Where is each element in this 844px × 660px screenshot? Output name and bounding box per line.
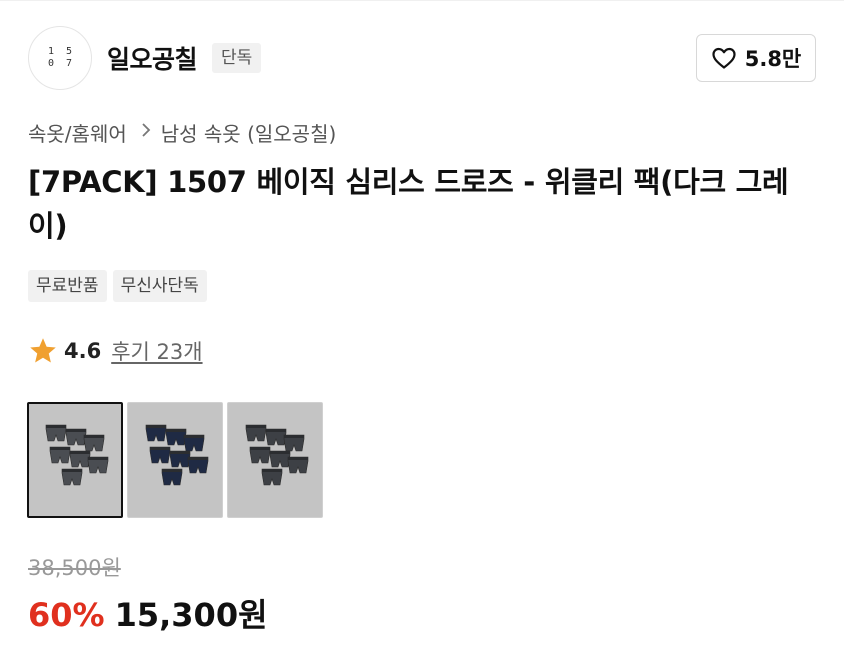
product-thumbnail-image — [45, 424, 109, 486]
like-button[interactable]: 5.8만 — [696, 34, 816, 82]
rating-row: 4.6 후기 23개 — [28, 334, 203, 368]
waistband — [150, 447, 170, 450]
original-price: 38,500원 — [28, 556, 121, 580]
waistband — [146, 425, 166, 428]
brand-logo[interactable]: 1 5 0 7 — [28, 26, 92, 90]
waistband — [46, 425, 66, 428]
top-divider — [0, 0, 844, 1]
waistband — [270, 451, 290, 454]
brand-header: 1 5 0 7 일오공칠 단독 5.8만 — [28, 26, 816, 90]
brand-name[interactable]: 일오공칠 — [107, 40, 198, 76]
product-title: [7PACK] 1507 베이직 심리스 드로즈 - 위클리 팩(다크 그레이) — [28, 165, 789, 243]
brand-logo-line2: 0 7 — [47, 58, 76, 69]
review-link[interactable]: 후기 23개 — [111, 336, 202, 366]
waistband — [166, 429, 186, 432]
brand-logo-line1: 1 5 — [47, 46, 76, 57]
breadcrumb: 속옷/홈웨어 남성 속옷 (일오공칠) — [28, 118, 336, 146]
waistband — [84, 435, 104, 438]
thumbnail-navy[interactable] — [127, 402, 223, 518]
price-row: 60% 15,300원 — [28, 590, 268, 636]
discount-rate: 60% — [28, 596, 105, 634]
product-thumbnail-image — [145, 424, 209, 486]
like-count: 5.8만 — [744, 47, 802, 71]
product-thumbnail-image — [245, 424, 309, 486]
tag-free-return: 무료반품 — [28, 270, 107, 302]
waistband — [62, 469, 82, 472]
waistband — [246, 425, 266, 428]
sale-price: 15,300원 — [114, 596, 268, 634]
rating-score: 4.6 — [64, 339, 102, 363]
waistband — [70, 451, 90, 454]
waistband — [250, 447, 270, 450]
waistband — [50, 447, 70, 450]
breadcrumb-subcategory[interactable]: 남성 속옷 (일오공칠) — [161, 118, 337, 147]
thumbnail-list — [27, 402, 323, 518]
chevron-right-icon — [141, 122, 151, 143]
waistband — [184, 435, 204, 438]
waistband — [288, 457, 308, 460]
thumbnail-dark-gray[interactable] — [27, 402, 123, 518]
star-icon — [30, 338, 56, 363]
waistband — [262, 469, 282, 472]
breadcrumb-category[interactable]: 속옷/홈웨어 — [28, 118, 127, 147]
product-tags: 무료반품 무신사단독 — [28, 270, 207, 302]
waistband — [284, 435, 304, 438]
thumbnail-mixed[interactable] — [227, 402, 323, 518]
waistband — [162, 469, 182, 472]
waistband — [66, 429, 86, 432]
brand-exclusive-badge: 단독 — [212, 43, 262, 73]
tag-exclusive: 무신사단독 — [112, 270, 207, 302]
waistband — [170, 451, 190, 454]
waistband — [88, 457, 108, 460]
waistband — [266, 429, 286, 432]
waistband — [188, 457, 208, 460]
heart-icon — [712, 47, 736, 69]
